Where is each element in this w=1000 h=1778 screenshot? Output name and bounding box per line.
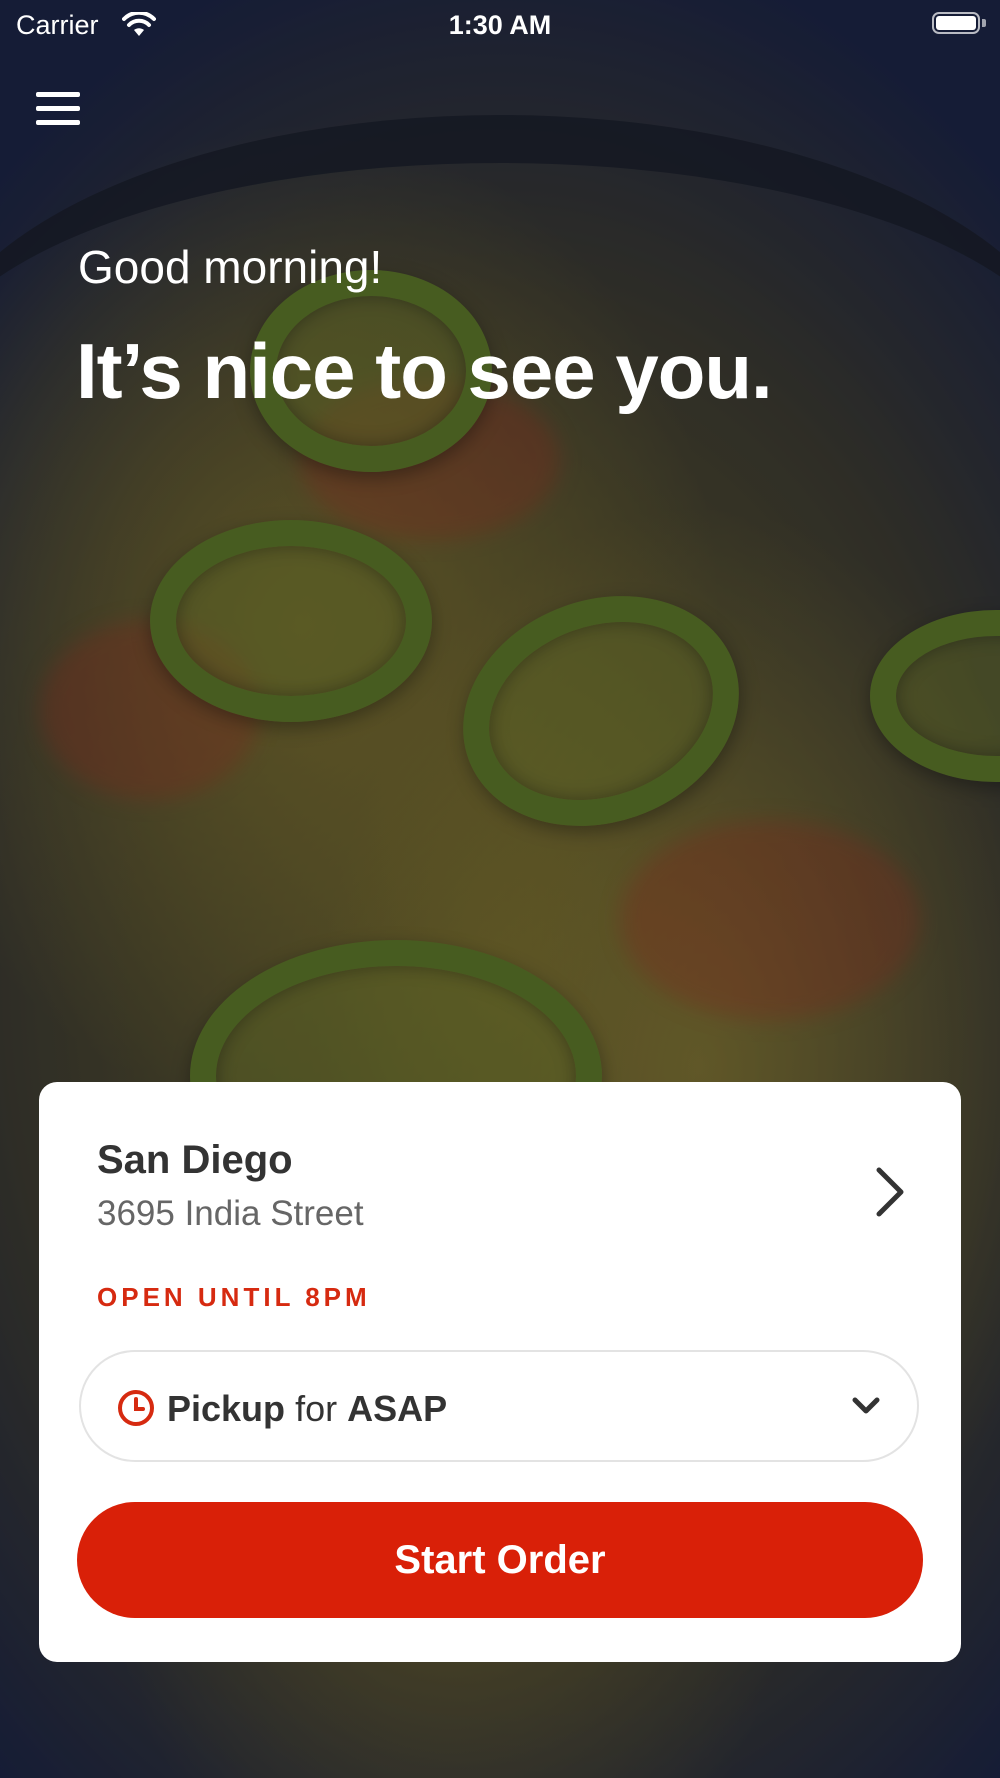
pickup-time-selector[interactable]: Pickup for ASAP [79, 1350, 919, 1462]
greeting-text: Good morning! [78, 241, 383, 293]
status-bar: Carrier 1:30 AM [0, 0, 1000, 50]
pickup-mode: Pickup [167, 1388, 286, 1429]
chevron-down-icon [852, 1397, 880, 1414]
start-order-button[interactable]: Start Order [77, 1502, 923, 1618]
chevron-right-icon[interactable] [869, 1164, 909, 1220]
location-card: San Diego 3695 India Street OPEN UNTIL 8… [39, 1082, 961, 1662]
location-name[interactable]: San Diego [97, 1138, 293, 1183]
hamburger-menu-icon[interactable] [36, 92, 80, 132]
headline-text: It’s nice to see you. [76, 327, 773, 415]
battery-icon [932, 12, 986, 36]
clock-icon [118, 1390, 154, 1426]
status-time: 1:30 AM [448, 10, 552, 40]
pickup-connector: for [295, 1388, 338, 1429]
location-address[interactable]: 3695 India Street [97, 1194, 364, 1234]
hours-status-badge: OPEN UNTIL 8PM [97, 1282, 371, 1312]
pickup-label: Pickup for ASAP [167, 1388, 447, 1430]
pickup-time: ASAP [347, 1388, 448, 1429]
